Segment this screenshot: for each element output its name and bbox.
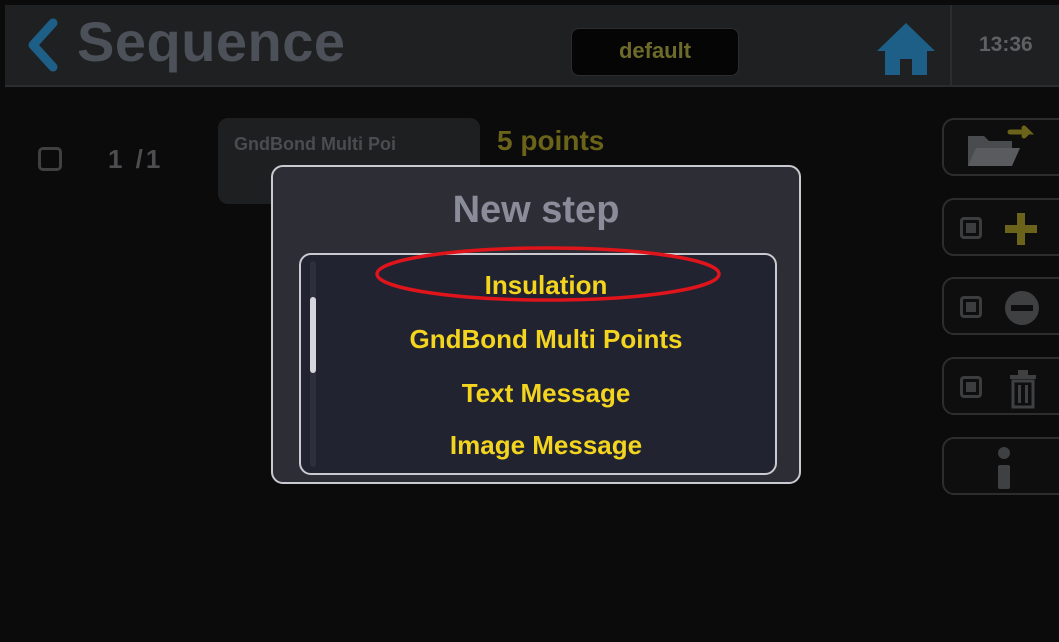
home-icon — [877, 23, 935, 75]
export-button[interactable] — [942, 118, 1059, 176]
info-button[interactable] — [942, 437, 1059, 495]
remove-step-button[interactable] — [942, 277, 1059, 335]
home-button[interactable] — [875, 21, 937, 77]
info-icon — [998, 447, 1010, 489]
folder-export-icon — [968, 125, 1035, 166]
minus-circle-icon — [1005, 291, 1039, 325]
step-points: 5 points — [497, 125, 605, 156]
page-title: Sequence — [77, 10, 346, 73]
list-item-image-message[interactable]: Image Message — [321, 425, 771, 465]
new-step-dialog: New step Insulation GndBond Multi Points… — [271, 165, 801, 484]
list-item-text-message[interactable]: Text Message — [321, 373, 771, 413]
clock: 13:36 — [950, 5, 1059, 85]
row-checkbox[interactable] — [38, 147, 62, 171]
list-item-gndbond-multi-points[interactable]: GndBond Multi Points — [321, 319, 771, 359]
delete-step-button[interactable] — [942, 357, 1059, 415]
profile-badge[interactable]: default — [571, 28, 739, 76]
step-type-list[interactable]: Insulation GndBond Multi Points Text Mes… — [299, 246, 777, 475]
add-step-button[interactable] — [942, 198, 1059, 256]
back-button[interactable] — [23, 15, 63, 75]
row-index: 1 /1 — [108, 144, 164, 174]
back-chevron-icon — [28, 18, 58, 72]
step-card-name: GndBond Multi Poi — [234, 134, 396, 154]
scrollbar-thumb[interactable] — [310, 297, 316, 373]
trash-icon — [1010, 370, 1036, 409]
delete-step-checkbox — [960, 376, 982, 398]
list-item-insulation[interactable]: Insulation — [321, 265, 771, 305]
remove-step-checkbox — [960, 296, 982, 318]
dialog-title: New step — [452, 189, 620, 231]
top-bar: Sequence default 13:36 — [5, 5, 1059, 87]
add-step-checkbox — [960, 217, 982, 239]
plus-icon — [1005, 213, 1037, 245]
